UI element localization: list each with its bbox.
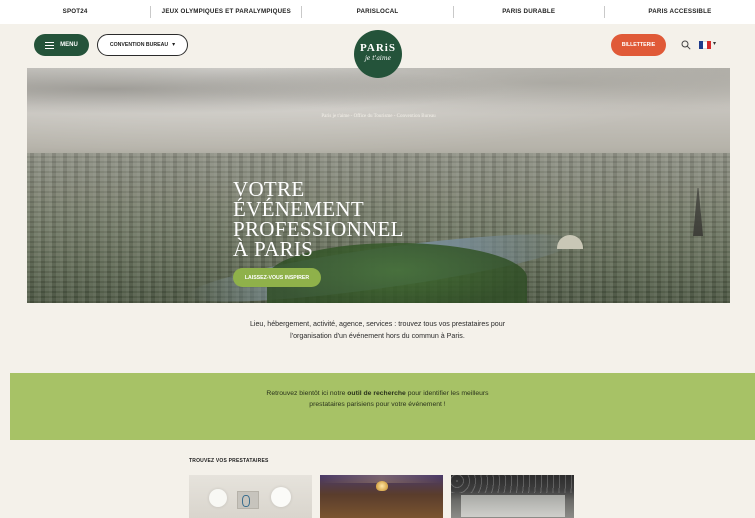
- topnav-parislocal[interactable]: PARISLOCAL: [302, 6, 454, 18]
- band-text-bold: outil de recherche: [347, 390, 406, 397]
- breadcrumb[interactable]: Paris je t'aime - Office du Tourisme - C…: [27, 114, 730, 119]
- topnav-spot24[interactable]: SPOT24: [0, 6, 152, 18]
- inspire-button[interactable]: LAISSEZ-VOUS INSPIRER: [233, 268, 321, 287]
- lamp-image: [209, 489, 227, 507]
- topnav-paris-accessible[interactable]: PARIS ACCESSIBLE: [605, 6, 755, 18]
- convention-bureau-dropdown[interactable]: CONVENTION BUREAU ▾: [97, 34, 188, 56]
- top-navigation: SPOT24 JEUX OLYMPIQUES ET PARALYMPIQUES …: [0, 0, 755, 24]
- hero-banner: Paris je t'aime - Office du Tourisme - C…: [27, 68, 730, 303]
- provider-card-1[interactable]: [189, 475, 312, 518]
- chevron-down-icon: ▾: [172, 42, 176, 48]
- provider-card-3[interactable]: [451, 475, 574, 518]
- tickets-button[interactable]: BILLETTERIE: [611, 34, 666, 56]
- hamburger-icon: [45, 41, 55, 49]
- band-text-start: Retrouvez bientôt ici notre: [266, 390, 348, 397]
- hero-title-line: ÉVÉNEMENT: [233, 197, 365, 221]
- search-tool-text: Retrouvez bientôt ici notre outil de rec…: [265, 388, 490, 410]
- flag-red: [707, 41, 711, 49]
- ceiling-lights-image: [451, 475, 574, 493]
- topnav-jeux-olympiques[interactable]: JEUX OLYMPIQUES ET PARALYMPIQUES: [151, 6, 303, 18]
- providers-heading: TROUVEZ VOS PRESTATAIRES: [189, 458, 269, 464]
- paris-je-taime-logo[interactable]: PARiS je t'aime: [354, 30, 402, 78]
- language-chevron-icon[interactable]: ▾: [713, 40, 716, 47]
- menu-button[interactable]: MENU: [34, 34, 89, 56]
- lamp-image: [271, 487, 291, 507]
- logo-text: PARiS: [360, 42, 396, 54]
- language-flag-icon[interactable]: [699, 41, 711, 49]
- hero-title: VOTRE ÉVÉNEMENT PROFESSIONNEL À PARIS: [233, 177, 404, 261]
- hero-title-line: À PARIS: [233, 237, 314, 261]
- hero-title-line: PROFESSIONNEL: [233, 217, 404, 241]
- window-view-image: [461, 495, 565, 517]
- search-icon[interactable]: [681, 40, 691, 50]
- topnav-paris-durable[interactable]: PARIS DURABLE: [454, 6, 605, 18]
- convention-bureau-label: CONVENTION BUREAU: [109, 42, 169, 48]
- logo-subtext: je t'aime: [364, 55, 392, 62]
- intro-text: Lieu, hébergement, activité, agence, ser…: [249, 320, 506, 340]
- hero-title-line: VOTRE: [233, 177, 305, 201]
- chandelier-image: [376, 481, 388, 491]
- frame-image: [237, 491, 259, 509]
- menu-label: MENU: [60, 42, 78, 48]
- provider-card-2[interactable]: [320, 475, 443, 518]
